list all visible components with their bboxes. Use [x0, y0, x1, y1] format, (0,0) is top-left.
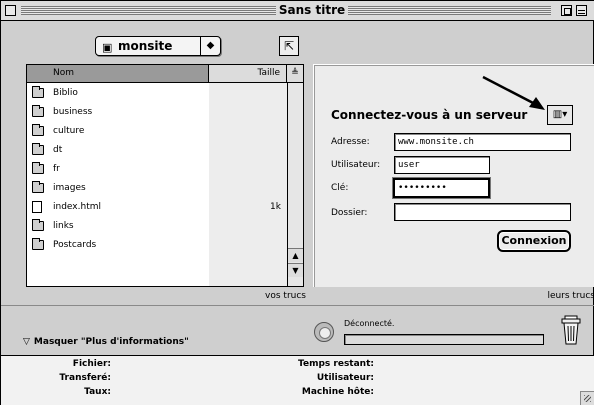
remote-caption: leurs trucs: [547, 291, 594, 301]
key-label: Clé:: [331, 183, 349, 193]
trash-icon[interactable]: [561, 315, 581, 345]
file-name: links: [53, 221, 74, 231]
resize-grip-icon[interactable]: [580, 391, 594, 405]
folder-popup-label: monsite: [118, 39, 173, 53]
html-document-icon: [32, 201, 42, 213]
local-file-list[interactable]: Nom Taille ≜ Biblio business culture dt fr im…: [26, 64, 304, 287]
file-row[interactable]: fr: [27, 160, 287, 179]
folder-icon: [32, 238, 44, 250]
folder-icon: [32, 124, 44, 136]
address-field[interactable]: [394, 133, 571, 151]
folder-icon: [32, 162, 44, 174]
popup-arrows-icon: ◆: [200, 37, 220, 55]
file-row[interactable]: dt: [27, 141, 287, 160]
folder-icon: [32, 181, 44, 193]
remote-folder-field[interactable]: [394, 203, 571, 221]
file-size: 1k: [270, 202, 281, 212]
local-caption: vos trucs: [265, 291, 306, 301]
file-name: Biblio: [53, 88, 78, 98]
file-name: images: [53, 183, 86, 193]
collapse-box-icon[interactable]: [576, 5, 587, 16]
folder-icon: [32, 219, 44, 231]
file-name: business: [53, 107, 93, 117]
file-row[interactable]: links: [27, 217, 287, 236]
folder-label: Dossier:: [331, 208, 368, 218]
password-field[interactable]: [393, 178, 490, 198]
address-label: Adresse:: [331, 137, 370, 147]
file-name: Postcards: [53, 240, 97, 250]
up-folder-icon: ⇱: [283, 39, 295, 53]
host-machine-label: Machine hôte:: [301, 387, 374, 397]
status-indicator-icon: [314, 322, 334, 342]
file-row[interactable]: Postcards: [27, 236, 287, 255]
folder-icon: [32, 86, 44, 98]
connection-status: Déconnecté.: [344, 319, 395, 328]
server-heading: Connectez-vous à un serveur: [331, 108, 528, 122]
time-remaining-label: Temps restant:: [298, 359, 374, 369]
window-title: Sans titre: [278, 3, 346, 17]
sort-direction-icon[interactable]: ≜: [287, 65, 303, 82]
server-login-panel: [313, 64, 594, 287]
info-user-label: Utilisateur:: [316, 373, 374, 383]
user-label: Utilisateur:: [331, 160, 381, 170]
connect-button[interactable]: Connexion: [497, 230, 571, 252]
file-row[interactable]: images: [27, 179, 287, 198]
transferred-label: Transferé:: [59, 373, 111, 383]
more-info-label: Masquer "Plus d'informations": [33, 337, 189, 347]
close-box-icon[interactable]: [5, 5, 16, 16]
column-header-name[interactable]: Nom: [27, 65, 209, 82]
title-stripes-left: [21, 6, 276, 15]
file-row[interactable]: Biblio: [27, 84, 287, 103]
disclosure-triangle-icon[interactable]: ▽: [23, 337, 30, 347]
file-name: fr: [53, 164, 60, 174]
file-name: culture: [53, 126, 85, 136]
file-rows: Biblio business culture dt fr images index.htm…: [27, 84, 287, 255]
folder-icon: ▣: [102, 41, 113, 54]
file-row[interactable]: business: [27, 103, 287, 122]
scroll-down-icon[interactable]: ▼: [288, 263, 303, 277]
rate-label: Taux:: [84, 387, 111, 397]
file-name: dt: [53, 145, 63, 155]
parent-folder-button[interactable]: ⇱: [279, 36, 299, 56]
file-label: Fichier:: [72, 359, 111, 369]
divider: [1, 305, 594, 306]
server-book-icon: ▥▾: [552, 109, 568, 120]
folder-icon: [32, 143, 44, 155]
file-name: index.html: [53, 202, 101, 212]
server-bookmarks-button[interactable]: ▥▾: [547, 105, 573, 125]
title-bar[interactable]: Sans titre: [1, 1, 594, 21]
folder-icon: [32, 105, 44, 117]
user-field[interactable]: [394, 156, 490, 174]
folder-popup-menu[interactable]: ▣ monsite ◆: [95, 36, 221, 56]
vertical-scrollbar[interactable]: ▲ ▼: [287, 83, 303, 286]
file-row[interactable]: index.html 1k: [27, 198, 287, 217]
scroll-up-icon[interactable]: ▲: [288, 248, 303, 262]
zoom-box-icon[interactable]: [561, 5, 572, 16]
file-list-header: Nom Taille ≜: [27, 65, 303, 83]
more-info-toggle[interactable]: ▽ Masquer "Plus d'informations": [23, 337, 189, 347]
transfer-progress-bar: [344, 334, 544, 345]
ftp-window: Sans titre ▣ monsite ◆ ⇱ Nom Taille ≜ Bi…: [0, 0, 594, 405]
file-row[interactable]: culture: [27, 122, 287, 141]
title-stripes-right: [348, 6, 551, 15]
column-header-size[interactable]: Taille: [209, 65, 287, 82]
